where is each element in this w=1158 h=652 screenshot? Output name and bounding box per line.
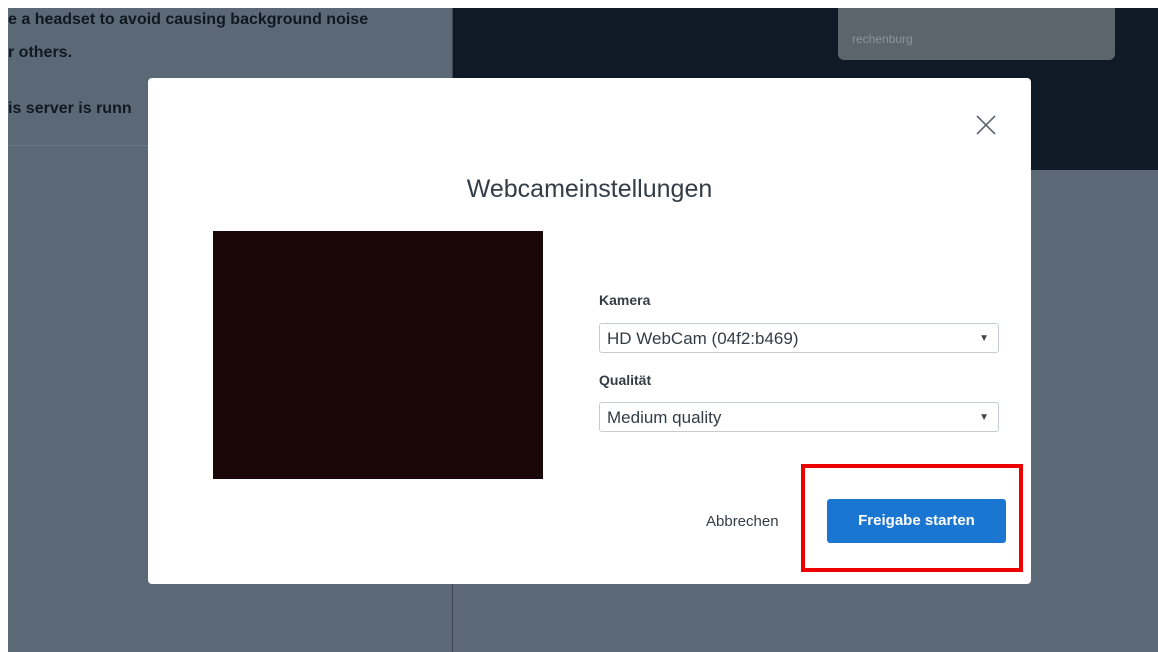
chat-line: is server is runn	[8, 100, 132, 117]
webcam-tile: rechenburg	[838, 8, 1115, 60]
chat-line: e a headset to avoid causing background …	[8, 11, 369, 28]
webcam-preview	[213, 231, 543, 479]
close-button[interactable]	[973, 112, 999, 138]
chevron-down-icon: ▼	[979, 412, 989, 423]
webcam-settings-modal: Webcameinstellungen Kamera HD WebCam (04…	[148, 78, 1031, 584]
camera-select-value: HD WebCam (04f2:b469)	[607, 329, 799, 348]
quality-select-value: Medium quality	[607, 408, 722, 427]
webcam-tile-username: rechenburg	[852, 32, 913, 46]
cancel-button[interactable]: Abbrechen	[706, 513, 779, 530]
chevron-down-icon: ▼	[979, 333, 989, 344]
camera-select[interactable]: HD WebCam (04f2:b469) ▼	[599, 323, 999, 353]
quality-select[interactable]: Medium quality ▼	[599, 402, 999, 432]
camera-label: Kamera	[599, 292, 651, 308]
chat-line: r others.	[8, 44, 73, 61]
modal-title: Webcameinstellungen	[466, 175, 713, 203]
start-sharing-button[interactable]: Freigabe starten	[827, 499, 1006, 543]
close-icon	[976, 115, 996, 135]
quality-label: Qualität	[599, 372, 652, 388]
